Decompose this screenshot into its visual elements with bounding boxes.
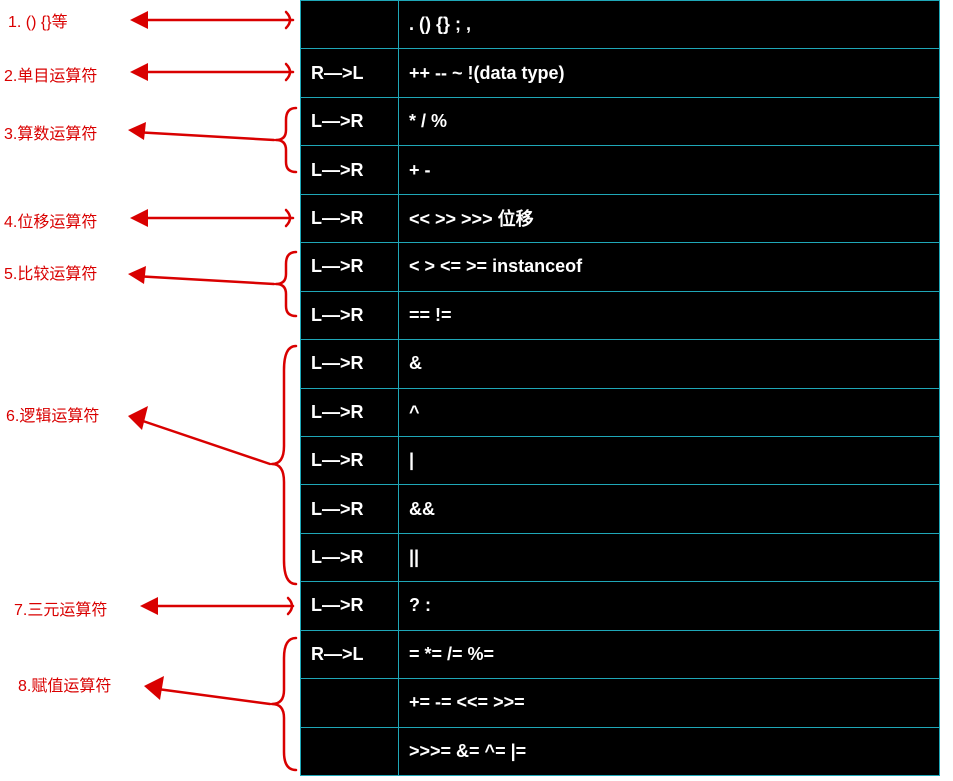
assoc-cell: L—>R bbox=[301, 436, 399, 484]
label-8-assign: 8.赋值运算符 bbox=[18, 672, 111, 696]
arrow-icon-7 bbox=[128, 592, 300, 625]
label-3-arithmetic: 3.算数运算符 bbox=[4, 120, 97, 144]
label-6-logical: 6.逻辑运算符 bbox=[6, 402, 99, 426]
ops-cell: && bbox=[399, 485, 940, 533]
assoc-cell: L—>R bbox=[301, 340, 399, 388]
table-row: L—>R | bbox=[301, 436, 940, 484]
table-row: R—>L ++ -- ~ !(data type) bbox=[301, 49, 940, 97]
assoc-cell: R—>L bbox=[301, 630, 399, 678]
assoc-cell bbox=[301, 679, 399, 727]
arrow-icon-2 bbox=[118, 58, 298, 91]
ops-cell: = *= /= %= bbox=[399, 630, 940, 678]
label-2-unary: 2.单目运算符 bbox=[4, 62, 97, 86]
ops-cell: | bbox=[399, 436, 940, 484]
ops-cell: * / % bbox=[399, 97, 940, 145]
table-row: . () {} ; , bbox=[301, 1, 940, 49]
table-row: L—>R == != bbox=[301, 291, 940, 339]
table-row: L—>R << >> >>> 位移 bbox=[301, 194, 940, 242]
assoc-cell: L—>R bbox=[301, 388, 399, 436]
arrow-icon-1 bbox=[118, 6, 298, 39]
ops-cell: ? : bbox=[399, 582, 940, 630]
ops-cell: < > <= >= instanceof bbox=[399, 243, 940, 291]
ops-cell: >>>= &= ^= |= bbox=[399, 727, 940, 775]
assoc-cell: L—>R bbox=[301, 146, 399, 194]
label-5-compare: 5.比较运算符 bbox=[4, 260, 97, 284]
table-row: L—>R & bbox=[301, 340, 940, 388]
arrow-icon-6 bbox=[116, 340, 302, 595]
table-row: L—>R * / % bbox=[301, 97, 940, 145]
ops-cell: + - bbox=[399, 146, 940, 194]
assoc-cell bbox=[301, 1, 399, 49]
assoc-cell bbox=[301, 727, 399, 775]
table-row: R—>L = *= /= %= bbox=[301, 630, 940, 678]
table-row: >>>= &= ^= |= bbox=[301, 727, 940, 775]
table-row: L—>R + - bbox=[301, 146, 940, 194]
ops-cell: == != bbox=[399, 291, 940, 339]
assoc-cell: L—>R bbox=[301, 485, 399, 533]
arrow-icon-4 bbox=[118, 204, 298, 237]
table-row: += -= <<= >>= bbox=[301, 679, 940, 727]
assoc-cell: L—>R bbox=[301, 291, 399, 339]
assoc-cell: L—>R bbox=[301, 97, 399, 145]
assoc-cell: L—>R bbox=[301, 582, 399, 630]
arrow-icon-8 bbox=[132, 632, 302, 781]
ops-cell: || bbox=[399, 533, 940, 581]
ops-cell: += -= <<= >>= bbox=[399, 679, 940, 727]
ops-cell: . () {} ; , bbox=[399, 1, 940, 49]
label-1-primary: 1. () {}等 bbox=[8, 8, 68, 32]
ops-cell: << >> >>> 位移 bbox=[399, 194, 940, 242]
assoc-cell: L—>R bbox=[301, 194, 399, 242]
ops-cell: ^ bbox=[399, 388, 940, 436]
table-row: L—>R ? : bbox=[301, 582, 940, 630]
ops-cell: ++ -- ~ !(data type) bbox=[399, 49, 940, 97]
table-row: L—>R || bbox=[301, 533, 940, 581]
label-4-shift: 4.位移运算符 bbox=[4, 208, 97, 232]
table-row: L—>R < > <= >= instanceof bbox=[301, 243, 940, 291]
assoc-cell: L—>R bbox=[301, 243, 399, 291]
assoc-cell: R—>L bbox=[301, 49, 399, 97]
table-row: L—>R ^ bbox=[301, 388, 940, 436]
arrow-icon-5 bbox=[116, 244, 302, 329]
annotation-pane: 1. () {}等 2.单目运算符 3.算数运算符 bbox=[0, 0, 300, 776]
table-row: L—>R && bbox=[301, 485, 940, 533]
arrow-icon-3 bbox=[116, 100, 302, 185]
ops-cell: & bbox=[399, 340, 940, 388]
assoc-cell: L—>R bbox=[301, 533, 399, 581]
label-7-ternary: 7.三元运算符 bbox=[14, 596, 107, 620]
operator-precedence-table: . () {} ; , R—>L ++ -- ~ !(data type) L—… bbox=[300, 0, 940, 776]
